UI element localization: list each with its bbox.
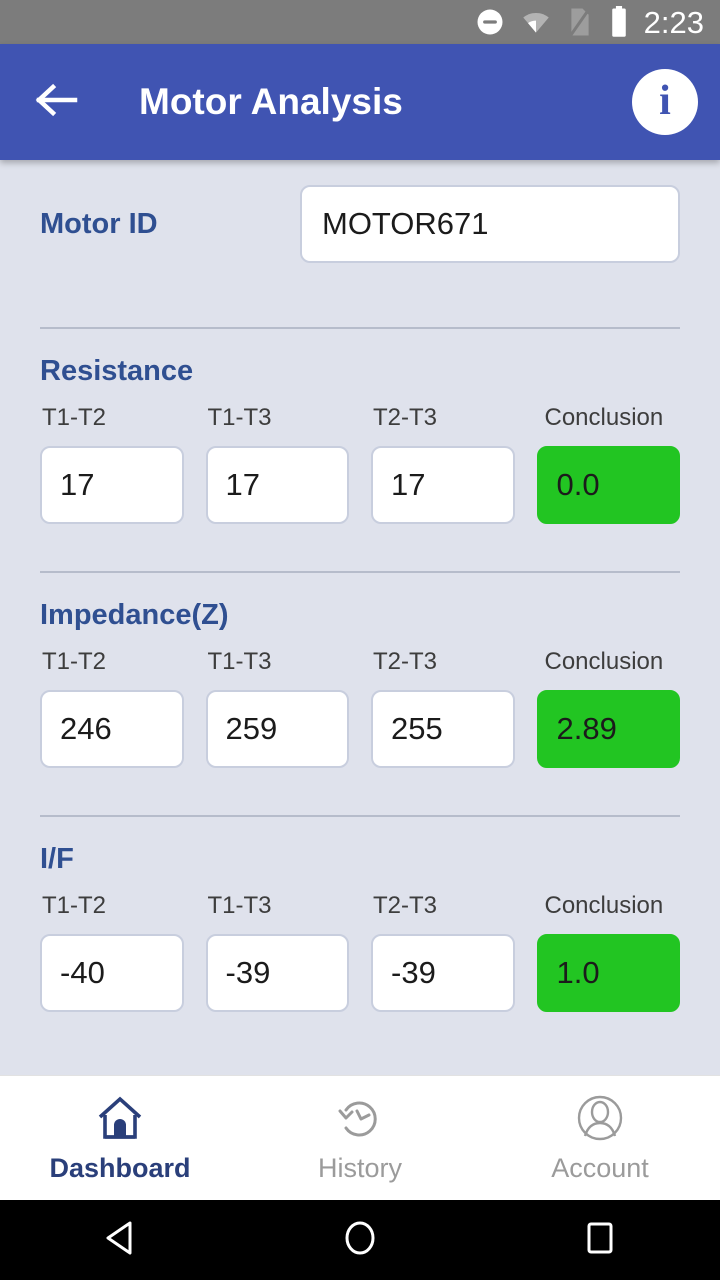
nav-label-account: Account: [551, 1153, 649, 1183]
resistance-conclusion-badge: 0.0: [536, 446, 680, 524]
column-t2-t3: T2-T3 -39: [371, 892, 515, 1012]
android-recents-button[interactable]: [480, 1219, 720, 1262]
column-t1-t3: T1-T3 -39: [205, 892, 349, 1012]
column-t1-t2: T1-T2 17: [40, 404, 184, 524]
nav-item-history[interactable]: History: [240, 1092, 480, 1184]
wifi-icon: [520, 7, 552, 37]
android-home-button[interactable]: [240, 1218, 480, 1263]
if-t1-t2-input[interactable]: -40: [40, 934, 184, 1012]
motor-id-row: Motor ID MOTOR671: [40, 160, 680, 280]
resistance-t2-t3-input[interactable]: 17: [371, 446, 515, 524]
app-bar: Motor Analysis i: [0, 44, 720, 160]
account-icon: [575, 1092, 625, 1144]
column-header: Conclusion: [544, 892, 664, 919]
page-title: Motor Analysis: [139, 81, 403, 122]
info-button[interactable]: i: [632, 69, 698, 135]
column-t1-t2: T1-T2 -40: [40, 892, 184, 1012]
column-header: T2-T3: [373, 892, 438, 919]
section-resistance: Resistance T1-T2 17 T1-T3 17 T2-T3 17 Co…: [40, 329, 680, 524]
column-conclusion: Conclusion 2.89: [536, 648, 680, 768]
column-header: T1-T3: [207, 404, 272, 431]
column-conclusion: Conclusion 1.0: [536, 892, 680, 1012]
column-t1-t2: T1-T2 246: [40, 648, 184, 768]
column-t2-t3: T2-T3 255: [371, 648, 515, 768]
if-conclusion-badge: 1.0: [536, 934, 680, 1012]
main-content: Motor ID MOTOR671 Resistance T1-T2 17 T1…: [0, 160, 720, 1075]
impedance-t2-t3-input[interactable]: 255: [371, 690, 515, 768]
if-t1-t3-input[interactable]: -39: [205, 934, 349, 1012]
measurement-row: T1-T2 17 T1-T3 17 T2-T3 17 Conclusion 0.…: [40, 404, 680, 524]
section-impedance: Impedance(Z) T1-T2 246 T1-T3 259 T2-T3 2…: [40, 573, 680, 768]
section-if: I/F T1-T2 -40 T1-T3 -39 T2-T3 -39 Conclu…: [40, 817, 680, 1012]
impedance-t1-t2-input[interactable]: 246: [40, 690, 184, 768]
column-header: T1-T2: [42, 892, 107, 919]
android-system-nav: [0, 1200, 720, 1280]
column-header: T2-T3: [373, 648, 438, 675]
nav-item-dashboard[interactable]: Dashboard: [0, 1092, 240, 1184]
column-t2-t3: T2-T3 17: [371, 404, 515, 524]
arrow-left-icon: [35, 82, 81, 123]
history-icon: [335, 1092, 385, 1144]
do-not-disturb-icon: [475, 7, 505, 37]
motor-id-value: MOTOR671: [322, 206, 489, 241]
measurement-row: T1-T2 -40 T1-T3 -39 T2-T3 -39 Conclusion…: [40, 892, 680, 1012]
recents-square-icon: [583, 1219, 617, 1262]
nav-label-history: History: [317, 1153, 402, 1183]
section-title: I/F: [40, 843, 74, 875]
status-bar-clock: 2:23: [643, 4, 704, 40]
motor-id-label: Motor ID: [40, 207, 158, 240]
resistance-t1-t3-input[interactable]: 17: [205, 446, 349, 524]
home-circle-icon: [341, 1218, 379, 1263]
resistance-t1-t2-input[interactable]: 17: [40, 446, 184, 524]
motor-id-input[interactable]: MOTOR671: [300, 185, 680, 263]
home-icon: [95, 1092, 145, 1144]
impedance-conclusion-badge: 2.89: [536, 690, 680, 768]
battery-icon: [608, 6, 630, 38]
column-header: Conclusion: [544, 404, 664, 431]
impedance-t1-t3-input[interactable]: 259: [205, 690, 349, 768]
info-icon: i: [659, 78, 671, 124]
status-icon-group: [475, 6, 630, 38]
section-title: Resistance: [40, 355, 194, 387]
bottom-navigation: Dashboard History Account: [0, 1075, 720, 1200]
column-header: Conclusion: [544, 648, 664, 675]
column-header: T1-T3: [207, 648, 272, 675]
column-header: T1-T2: [42, 404, 107, 431]
column-t1-t3: T1-T3 259: [205, 648, 349, 768]
measurement-row: T1-T2 246 T1-T3 259 T2-T3 255 Conclusion…: [40, 648, 680, 768]
column-header: T1-T3: [207, 892, 272, 919]
android-back-button[interactable]: [0, 1219, 240, 1262]
back-triangle-icon: [102, 1219, 138, 1262]
if-t2-t3-input[interactable]: -39: [371, 934, 515, 1012]
nav-label-dashboard: Dashboard: [49, 1153, 191, 1183]
column-conclusion: Conclusion 0.0: [536, 404, 680, 524]
section-title: Impedance(Z): [40, 599, 229, 631]
column-header: T1-T2: [42, 648, 107, 675]
nav-item-account[interactable]: Account: [480, 1092, 720, 1184]
column-t1-t3: T1-T3 17: [205, 404, 349, 524]
column-header: T2-T3: [373, 404, 438, 431]
back-button[interactable]: [30, 74, 86, 130]
status-bar: 2:23: [0, 0, 720, 44]
no-sim-icon: [567, 6, 593, 38]
app-screen: 2:23 Motor Analysis i Motor ID MOTOR671: [0, 0, 720, 1280]
